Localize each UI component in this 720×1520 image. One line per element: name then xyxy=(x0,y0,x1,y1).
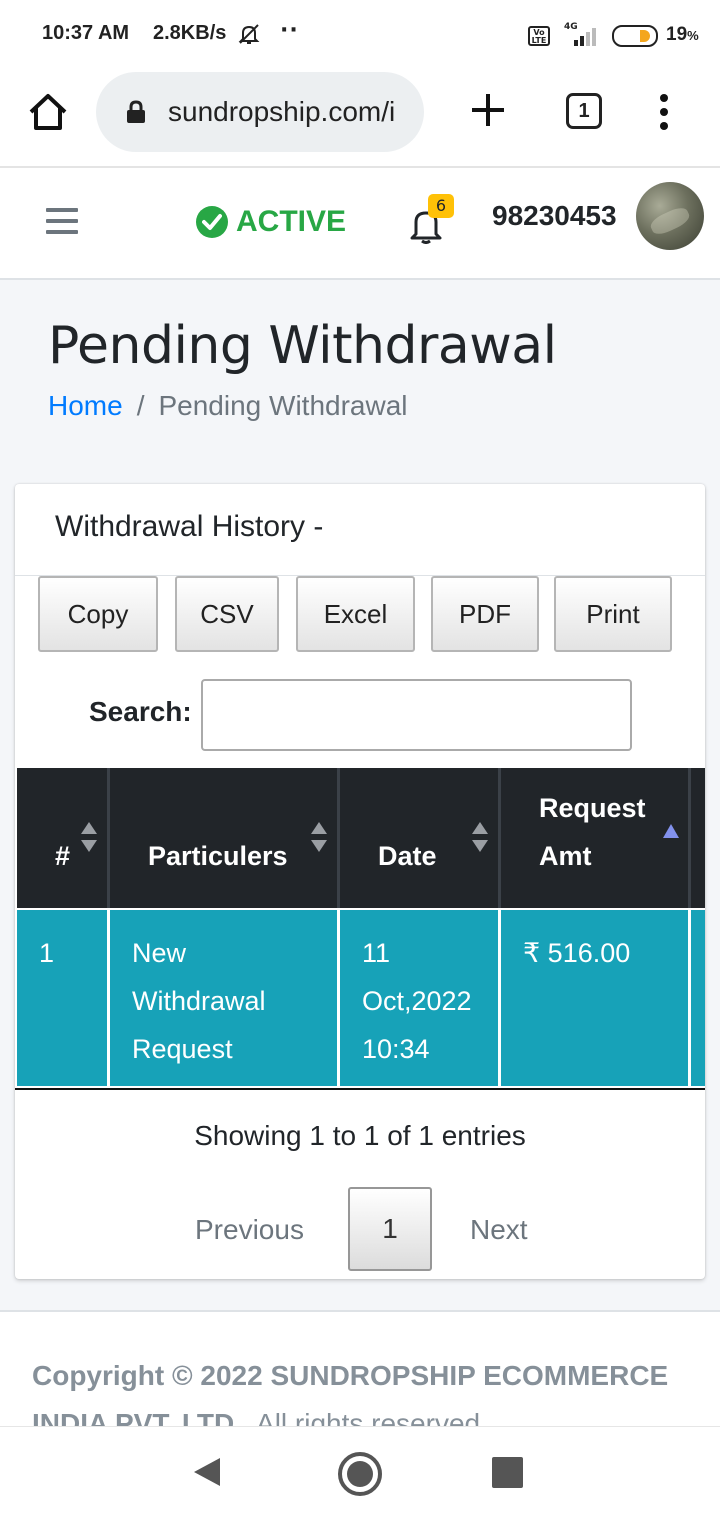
cell-number: 1 xyxy=(17,910,110,1086)
app-header: ACTIVE 6 98230453 xyxy=(0,168,720,280)
home-circle-icon[interactable] xyxy=(337,1451,383,1497)
breadcrumb-home-link[interactable]: Home xyxy=(48,390,123,421)
browser-home-icon[interactable] xyxy=(26,90,70,134)
breadcrumb-current: Pending Withdrawal xyxy=(158,390,408,421)
table-bottom-border xyxy=(15,1088,705,1090)
more-vert-icon[interactable] xyxy=(650,90,678,134)
pagination-previous[interactable]: Previous xyxy=(195,1214,304,1246)
pdf-button[interactable]: PDF xyxy=(431,576,539,652)
status-time: 10:37 AM xyxy=(42,22,130,44)
sort-icon xyxy=(81,822,97,852)
cell-request-amt: ₹ 516.00 xyxy=(501,910,691,1086)
system-nav-bar xyxy=(0,1426,720,1520)
sort-icon xyxy=(472,822,488,852)
battery-percent: 19% xyxy=(666,24,699,45)
print-button[interactable]: Print xyxy=(554,576,672,652)
column-header-request-amt[interactable]: Request Amt xyxy=(501,768,691,908)
csv-button[interactable]: CSV xyxy=(175,576,279,652)
search-input[interactable] xyxy=(201,679,632,751)
status-bar: 10:37 AM 2.8KB/s ·· Vo LTE 4G 19% xyxy=(0,0,720,70)
status-net-speed: 2.8KB/s xyxy=(153,22,227,44)
lock-icon xyxy=(127,100,145,123)
address-bar[interactable]: sundropship.com/i xyxy=(96,72,424,152)
breadcrumb: Home / Pending Withdrawal xyxy=(48,390,408,422)
tab-switcher-button[interactable]: 1 xyxy=(566,93,602,129)
page-footer: Copyright © 2022 SUNDROPSHIP ECOMMERCE I… xyxy=(0,1310,720,1426)
sort-ascending-icon xyxy=(663,824,679,838)
column-header-number[interactable]: # xyxy=(17,768,110,908)
status-label: ACTIVE xyxy=(236,205,347,238)
copyright-text: Copyright © 2022 SUNDROPSHIP ECOMMERCE I… xyxy=(32,1360,669,1426)
pagination-page-1[interactable]: 1 xyxy=(348,1187,432,1271)
hamburger-menu-icon[interactable] xyxy=(46,208,78,236)
user-id[interactable]: 98230453 xyxy=(492,200,617,232)
recents-icon[interactable] xyxy=(492,1457,523,1488)
card-title: Withdrawal History - xyxy=(55,510,324,543)
cell-particulers: New Withdrawal Request xyxy=(110,910,340,1086)
signal-icon: 4G xyxy=(564,22,596,46)
avatar[interactable] xyxy=(636,182,704,250)
card-header: Withdrawal History - xyxy=(15,484,705,576)
check-circle-icon xyxy=(196,206,228,238)
browser-toolbar: sundropship.com/i 1 xyxy=(0,70,720,168)
column-header-particulers[interactable]: Particulers xyxy=(110,768,340,908)
new-tab-icon[interactable] xyxy=(466,88,510,132)
svg-text:4G: 4G xyxy=(564,22,578,32)
page-title: Pending Withdrawal xyxy=(48,316,557,376)
breadcrumb-separator: / xyxy=(136,390,145,421)
excel-button[interactable]: Excel xyxy=(296,576,415,652)
pagination-next[interactable]: Next xyxy=(470,1214,528,1246)
table-info: Showing 1 to 1 of 1 entries xyxy=(194,1120,526,1151)
cell-overflow xyxy=(691,910,705,1086)
muted-bell-icon xyxy=(238,24,260,44)
battery-level-icon xyxy=(640,30,650,42)
withdrawal-table: # Particulers Date Request Amt 1 New Wit… xyxy=(17,768,705,1088)
search-label: Search: xyxy=(89,696,192,727)
url-text: sundropship.com/i xyxy=(168,96,396,127)
notification-badge: 6 xyxy=(428,194,454,218)
account-status: ACTIVE xyxy=(196,204,346,240)
cell-date: 11 Oct,2022 10:34 xyxy=(340,910,501,1086)
sort-icon xyxy=(311,822,327,852)
copy-button[interactable]: Copy xyxy=(38,576,158,652)
column-header-overflow xyxy=(691,768,705,908)
status-more-dots: ·· xyxy=(280,18,299,43)
battery-icon xyxy=(612,25,658,47)
column-header-date[interactable]: Date xyxy=(340,768,501,908)
withdrawal-history-card: Withdrawal History - Copy CSV Excel PDF … xyxy=(15,484,705,1279)
volte-icon: Vo LTE xyxy=(528,26,550,46)
back-icon[interactable] xyxy=(190,1455,224,1489)
